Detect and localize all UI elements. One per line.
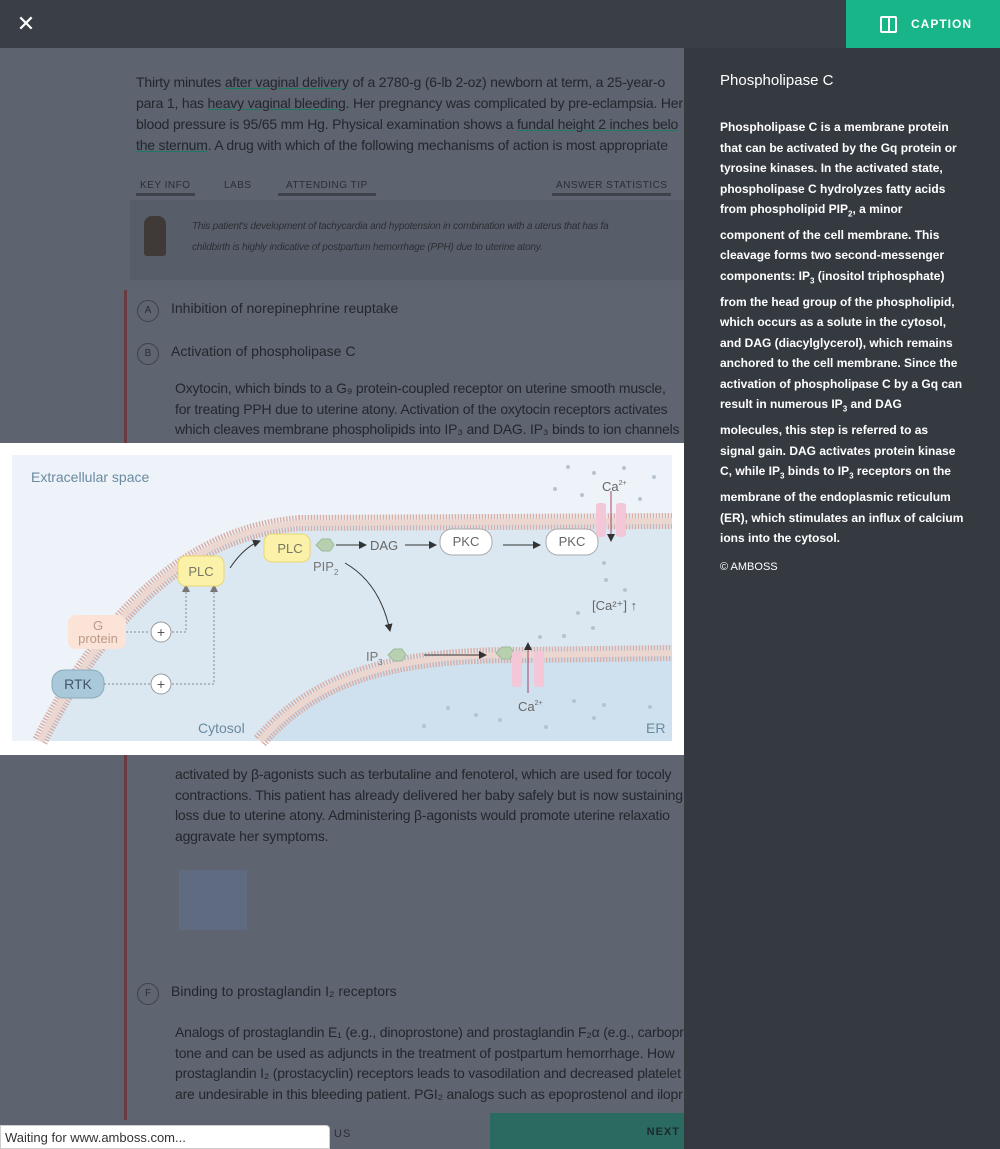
caption-panel: Phospholipase C Phospholipase C is a mem… bbox=[684, 48, 1000, 1149]
question-tabs: KEY INFO LABS ATTENDING TIP ANSWER STATI… bbox=[136, 166, 684, 196]
text: Thirty minutes bbox=[136, 74, 225, 90]
copyright: © AMBOSS bbox=[720, 560, 778, 573]
text: tone and can be used as adjuncts in the … bbox=[175, 1044, 675, 1061]
text: (inositol triphosphate) from the head gr… bbox=[720, 268, 963, 412]
caption-title: Phospholipase C bbox=[720, 72, 834, 89]
ca-text: Ca bbox=[602, 479, 619, 494]
close-icon[interactable]: ✕ bbox=[14, 12, 38, 36]
explanation-c: activated by β-agonists such as terbutal… bbox=[175, 764, 687, 846]
option-letter: A bbox=[137, 300, 159, 322]
ca-text: Ca bbox=[518, 699, 535, 714]
attending-avatar bbox=[144, 216, 166, 256]
ip3-receptor-channel bbox=[512, 651, 522, 687]
explanation-b: Oxytocin, which binds to a G₉ protein-co… bbox=[175, 378, 687, 440]
text: which cleaves membrane phospholipids int… bbox=[175, 421, 680, 437]
text: prostaglandin I₂ (prostacyclin) receptor… bbox=[175, 1065, 681, 1081]
tip-text: childbirth is highly indicative of postp… bbox=[192, 242, 543, 253]
caption-body: Phospholipase C is a membrane protein th… bbox=[720, 117, 964, 549]
ip-sub: 3 bbox=[378, 658, 383, 667]
label-rtk: RTK bbox=[64, 676, 92, 692]
option-letter: B bbox=[137, 343, 159, 365]
text: blood pressure is 95/65 mm Hg. Physical … bbox=[136, 116, 517, 132]
option-b[interactable]: B Activation of phospholipase C bbox=[137, 343, 355, 365]
plus-sign: + bbox=[157, 624, 165, 640]
tab-answer-statistics[interactable]: ANSWER STATISTICS bbox=[552, 180, 672, 196]
text: Analogs of prostaglandin E₁ (e.g., dinop… bbox=[175, 1024, 692, 1040]
text: of a 2780-g (6-lb 2-oz) newborn at term,… bbox=[348, 74, 666, 90]
text: activated by β-agonists such as terbutal… bbox=[175, 766, 672, 782]
label-dag: DAG bbox=[370, 538, 398, 553]
text: are undesirable in this bleeding patient… bbox=[175, 1085, 683, 1102]
text: loss due to uterine atony. Administering… bbox=[175, 807, 670, 823]
pip-sub: 2 bbox=[334, 568, 339, 577]
highlight[interactable]: after vaginal delivery bbox=[225, 74, 349, 90]
tip-text: This patient's development of tachycardi… bbox=[192, 221, 609, 232]
option-f[interactable]: F Binding to prostaglandin I₂ receptors bbox=[137, 983, 397, 1005]
previous-button[interactable]: US bbox=[334, 1128, 351, 1140]
plc-pathway-diagram: Extracellular space Cytosol ER RTK G pro… bbox=[12, 455, 673, 747]
ca-channel bbox=[616, 503, 626, 537]
text: . Her pregnancy was complicated by pre-e… bbox=[345, 95, 683, 111]
browser-status-bar: Waiting for www.amboss.com... bbox=[0, 1125, 330, 1149]
pip-text: PIP bbox=[313, 559, 334, 574]
option-text: Inhibition of norepinephrine reuptake bbox=[171, 300, 399, 316]
label-ca-conc: [Ca²⁺] ↑ bbox=[592, 598, 637, 613]
text: contractions. This patient has already d… bbox=[175, 786, 683, 803]
label-protein: protein bbox=[78, 631, 118, 646]
label-pkc: PKC bbox=[453, 534, 480, 549]
text: for treating PPH due to uterine atony. A… bbox=[175, 400, 668, 417]
option-a[interactable]: A Inhibition of norepinephrine reuptake bbox=[137, 300, 398, 322]
ip3-receptor-channel bbox=[534, 651, 544, 687]
text: Phospholipase C is a membrane protein th… bbox=[720, 120, 957, 216]
ip-text: IP bbox=[366, 649, 378, 664]
text: binds to IP bbox=[784, 464, 850, 479]
ca-sup: 2+ bbox=[535, 700, 543, 707]
caption-label: CAPTION bbox=[911, 17, 972, 31]
highlight[interactable]: heavy vaginal bleeding bbox=[208, 95, 346, 111]
ca-channel bbox=[596, 503, 606, 537]
highlight[interactable]: fundal height 2 inches belo bbox=[517, 116, 678, 132]
tab-attending-tip[interactable]: ATTENDING TIP bbox=[278, 180, 376, 196]
label-er: ER bbox=[646, 720, 665, 736]
highlight[interactable]: the sternum bbox=[136, 137, 208, 153]
option-text: Activation of phospholipase C bbox=[171, 343, 356, 359]
label-plc: PLC bbox=[188, 564, 213, 579]
tab-key-info[interactable]: KEY INFO bbox=[136, 180, 195, 196]
option-letter: F bbox=[137, 983, 159, 1005]
ca-sup: 2+ bbox=[619, 480, 627, 487]
plus-sign: + bbox=[157, 676, 165, 692]
lightbox-topbar: ✕ CAPTION bbox=[0, 0, 1000, 48]
text: Oxytocin, which binds to a G₉ protein-co… bbox=[175, 380, 666, 396]
label-plc: PLC bbox=[277, 541, 302, 556]
label-cytosol: Cytosol bbox=[198, 720, 245, 736]
caption-button[interactable]: CAPTION bbox=[846, 0, 1000, 48]
explanation-f: Analogs of prostaglandin E₁ (e.g., dinop… bbox=[175, 1022, 692, 1104]
text: . A drug with which of the following mec… bbox=[207, 137, 668, 153]
tab-labs[interactable]: LABS bbox=[220, 180, 256, 196]
diagram-image: Extracellular space Cytosol ER RTK G pro… bbox=[0, 443, 684, 755]
sidebar-panel-icon bbox=[880, 15, 897, 33]
label-extracellular: Extracellular space bbox=[31, 469, 149, 485]
image-thumbnail[interactable] bbox=[179, 870, 247, 930]
label-pkc: PKC bbox=[559, 534, 586, 549]
text: aggravate her symptoms. bbox=[175, 827, 329, 844]
next-button[interactable]: NEXT bbox=[490, 1113, 684, 1149]
question-stem: Thirty minutes after vaginal delivery of… bbox=[136, 72, 684, 156]
attending-tip: This patient's development of tachycardi… bbox=[130, 200, 684, 280]
text: para 1, has bbox=[136, 95, 208, 111]
option-text: Binding to prostaglandin I₂ receptors bbox=[171, 983, 397, 999]
